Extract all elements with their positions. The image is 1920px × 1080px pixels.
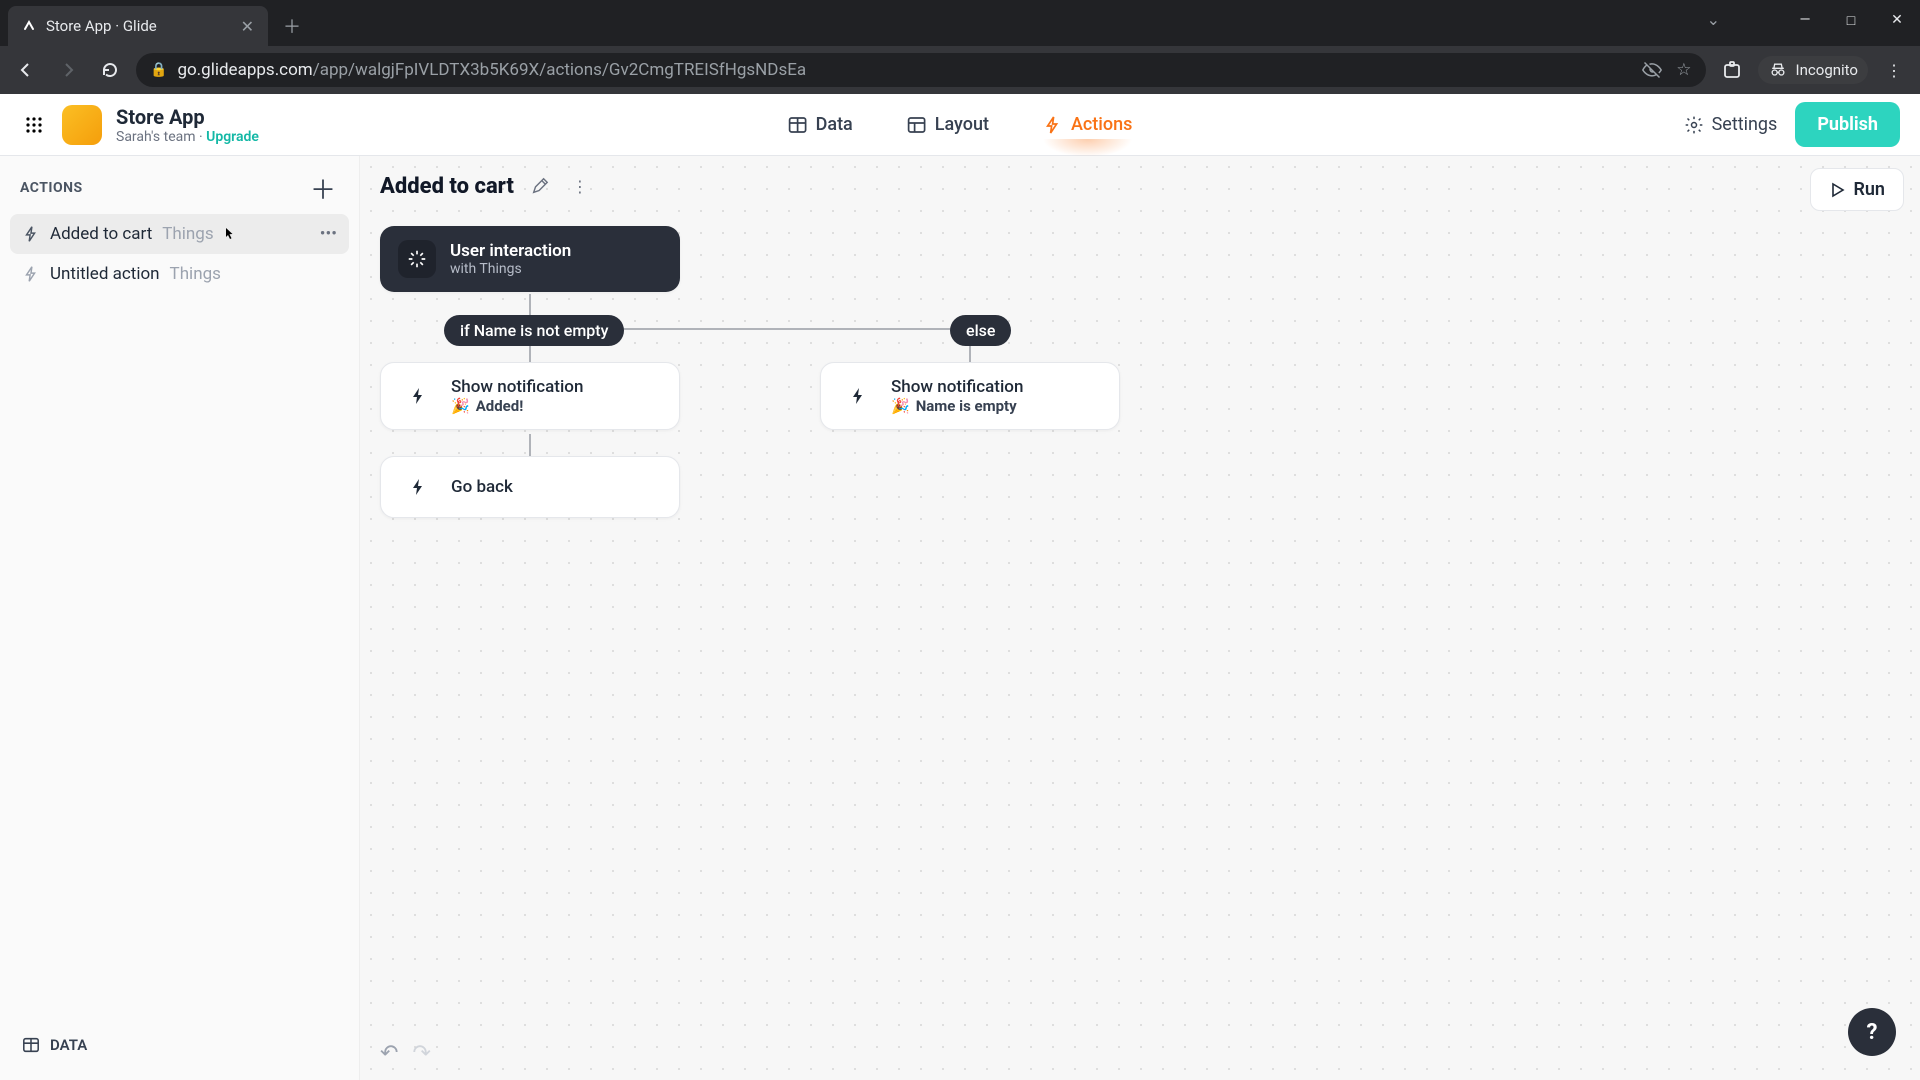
tab-title: Store App · Glide bbox=[46, 17, 231, 35]
emoji-icon: 🎉 bbox=[891, 397, 910, 415]
step-show-notification-right[interactable]: Show notification 🎉 Name is empty bbox=[820, 362, 1120, 430]
sidebar-data-link[interactable]: DATA bbox=[10, 1026, 349, 1064]
close-tab-icon[interactable]: ✕ bbox=[239, 15, 256, 38]
step-title: Go back bbox=[451, 477, 513, 497]
team-name[interactable]: Sarah's team bbox=[116, 129, 196, 145]
tab-data[interactable]: Data bbox=[776, 108, 865, 141]
browser-back-button[interactable] bbox=[10, 54, 42, 86]
add-action-button[interactable]: ＋ bbox=[307, 172, 339, 204]
condition-else-pill[interactable]: else bbox=[950, 315, 1011, 346]
action-item-more-icon[interactable]: ••• bbox=[320, 224, 337, 244]
browser-menu-icon[interactable]: ⋮ bbox=[1878, 54, 1910, 86]
help-button[interactable]: ? bbox=[1848, 1008, 1896, 1056]
incognito-label: Incognito bbox=[1796, 61, 1858, 79]
action-item-added-to-cart[interactable]: Added to cart Things ••• bbox=[10, 214, 349, 254]
redo-button[interactable]: ↷ bbox=[412, 1041, 430, 1066]
apps-grid-icon[interactable] bbox=[20, 111, 48, 139]
browser-forward-button[interactable] bbox=[52, 54, 84, 86]
step-detail: Name is empty bbox=[916, 397, 1017, 415]
app-name: Store App bbox=[116, 105, 259, 129]
app-header: Store App Sarah's team · Upgrade Data La… bbox=[0, 94, 1920, 156]
undo-button[interactable]: ↶ bbox=[380, 1041, 398, 1066]
window-maximize-button[interactable]: □ bbox=[1828, 0, 1874, 40]
emoji-icon: 🎉 bbox=[451, 397, 470, 415]
star-icon[interactable]: ☆ bbox=[1676, 60, 1691, 80]
bolt-icon bbox=[1043, 115, 1063, 135]
bolt-icon bbox=[399, 468, 437, 506]
action-item-untitled[interactable]: Untitled action Things bbox=[10, 254, 349, 294]
sidebar: ACTIONS ＋ Added to cart Things ••• Untit… bbox=[0, 156, 360, 1080]
browser-tab[interactable]: Store App · Glide ✕ bbox=[8, 6, 268, 46]
table-icon bbox=[788, 115, 808, 135]
bolt-icon bbox=[22, 225, 40, 243]
upgrade-link[interactable]: Upgrade bbox=[206, 129, 259, 145]
new-tab-button[interactable]: ＋ bbox=[276, 10, 308, 42]
step-detail: Added! bbox=[476, 397, 524, 415]
incognito-icon bbox=[1768, 60, 1788, 80]
tab-actions[interactable]: Actions bbox=[1031, 108, 1144, 141]
play-icon bbox=[1829, 182, 1845, 198]
gear-icon bbox=[1684, 115, 1704, 135]
bolt-icon bbox=[839, 377, 877, 415]
canvas-title: Added to cart bbox=[380, 174, 514, 199]
trigger-title: User interaction bbox=[450, 241, 571, 261]
table-icon bbox=[22, 1036, 40, 1054]
tab-search-icon[interactable]: ⌄ bbox=[1707, 10, 1720, 29]
action-item-name: Untitled action bbox=[50, 264, 160, 284]
canvas-more-icon[interactable]: ⋮ bbox=[566, 172, 594, 200]
extensions-icon[interactable] bbox=[1716, 54, 1748, 86]
step-title: Show notification bbox=[891, 377, 1023, 397]
lock-icon: 🔒 bbox=[150, 62, 167, 78]
glide-favicon bbox=[20, 17, 38, 35]
condition-if-pill[interactable]: if Name is not empty bbox=[444, 315, 624, 346]
step-title: Show notification bbox=[451, 377, 583, 397]
bolt-icon bbox=[399, 377, 437, 415]
trigger-subtitle: with Things bbox=[450, 261, 571, 277]
url-path: /app/walgjFpIVLDTX3b5K69X/actions/Gv2Cmg… bbox=[313, 60, 806, 80]
layout-icon bbox=[907, 115, 927, 135]
step-go-back[interactable]: Go back bbox=[380, 456, 680, 518]
app-logo[interactable] bbox=[62, 105, 102, 145]
eye-off-icon[interactable] bbox=[1642, 60, 1662, 80]
browser-reload-button[interactable] bbox=[94, 54, 126, 86]
edit-title-icon[interactable] bbox=[526, 172, 554, 200]
window-minimize-button[interactable]: ― bbox=[1782, 0, 1828, 40]
step-show-notification-left[interactable]: Show notification 🎉 Added! bbox=[380, 362, 680, 430]
run-button[interactable]: Run bbox=[1810, 168, 1904, 211]
url-domain: go.glideapps.com bbox=[177, 60, 312, 80]
window-close-button[interactable]: ✕ bbox=[1874, 0, 1920, 40]
cursor-icon bbox=[220, 226, 236, 242]
action-canvas[interactable]: Added to cart ⋮ Run User interaction wit… bbox=[360, 156, 1920, 1080]
tab-layout[interactable]: Layout bbox=[895, 108, 1001, 141]
action-item-table: Things bbox=[162, 224, 213, 244]
action-item-name: Added to cart bbox=[50, 224, 152, 244]
bolt-outline-icon bbox=[22, 265, 40, 283]
action-item-table: Things bbox=[170, 264, 221, 284]
trigger-node[interactable]: User interaction with Things bbox=[380, 226, 680, 292]
settings-link[interactable]: Settings bbox=[1684, 114, 1778, 135]
incognito-indicator[interactable]: Incognito bbox=[1758, 56, 1868, 84]
sidebar-title: ACTIONS bbox=[20, 180, 83, 196]
publish-button[interactable]: Publish bbox=[1795, 102, 1900, 147]
trigger-icon bbox=[398, 240, 436, 278]
address-bar[interactable]: 🔒 go.glideapps.com/app/walgjFpIVLDTX3b5K… bbox=[136, 53, 1706, 87]
